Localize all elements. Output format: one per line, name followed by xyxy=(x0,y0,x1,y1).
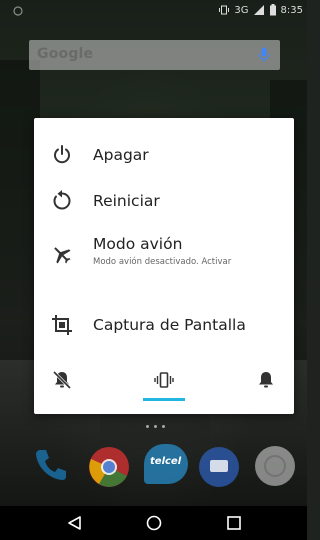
home-icon[interactable] xyxy=(145,514,163,532)
power-menu-dialog: Apagar Reiniciar Modo avión Modo avión d… xyxy=(34,118,294,414)
airplane-mode-item[interactable]: Modo avión Modo avión desactivado. Activ… xyxy=(34,226,294,278)
page-dot xyxy=(146,425,149,428)
vibrate-status-icon xyxy=(219,5,230,15)
globe-icon[interactable] xyxy=(250,444,300,488)
selected-mode-indicator xyxy=(143,398,185,401)
power-off-label: Apagar xyxy=(93,146,149,164)
bell-icon[interactable] xyxy=(256,370,276,390)
status-icons: 3G 8:35 xyxy=(218,4,303,16)
page-dot xyxy=(154,425,157,428)
airplane-mode-label: Modo avión xyxy=(93,235,183,253)
screenshot-icon xyxy=(52,315,72,335)
back-icon[interactable] xyxy=(66,514,84,532)
power-icon xyxy=(54,145,70,164)
power-off-item[interactable]: Apagar xyxy=(34,132,294,178)
messages-icon[interactable] xyxy=(198,446,240,488)
airplane-icon xyxy=(54,247,71,264)
signal-icon xyxy=(253,5,264,15)
mic-icon[interactable] xyxy=(258,47,270,63)
screenshot-label: Captura de Pantalla xyxy=(93,316,246,334)
battery-icon xyxy=(269,4,276,16)
airplane-mode-status: Modo avión desactivado. Activar xyxy=(93,257,232,267)
telcel-icon[interactable]: telcel xyxy=(144,444,188,484)
chrome-icon[interactable] xyxy=(88,446,130,488)
vibrate-icon[interactable] xyxy=(154,370,174,390)
restart-icon xyxy=(53,190,71,210)
app-dock: telcel xyxy=(0,440,307,500)
notification-icon xyxy=(13,6,23,16)
restart-label: Reiniciar xyxy=(93,192,160,210)
page-dot xyxy=(162,425,165,428)
google-search-bar[interactable]: Google xyxy=(29,40,280,70)
bell-off-icon[interactable] xyxy=(52,370,72,390)
telcel-label: telcel xyxy=(150,456,182,467)
restart-item[interactable]: Reiniciar xyxy=(34,178,294,224)
status-time: 8:35 xyxy=(280,4,303,16)
status-bar: 3G 8:35 xyxy=(0,0,307,24)
screenshot-item[interactable]: Captura de Pantalla xyxy=(34,302,294,348)
phone-icon[interactable] xyxy=(30,444,72,486)
network-type: 3G xyxy=(234,4,249,16)
recents-icon[interactable] xyxy=(225,514,243,532)
google-logo: Google xyxy=(37,46,94,62)
sound-mode-row xyxy=(34,358,294,414)
page-indicator xyxy=(146,425,165,428)
navigation-bar xyxy=(0,506,307,540)
